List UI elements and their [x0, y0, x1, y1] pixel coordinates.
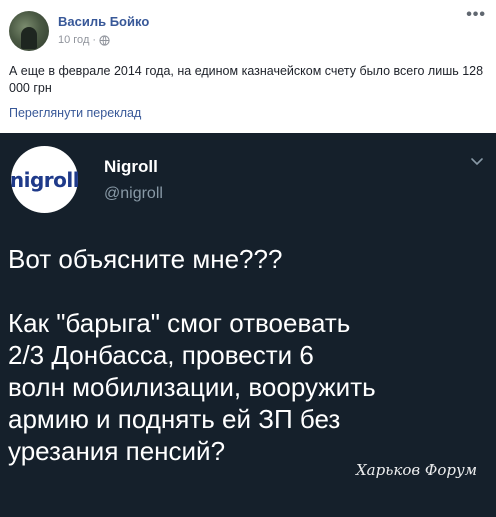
post-time[interactable]: 10 год: [58, 34, 89, 46]
globe-icon: [99, 34, 110, 46]
author-avatar[interactable]: [9, 11, 49, 51]
watermark: Харьков Форум: [356, 461, 478, 479]
tweet-text: Вот объясните мне??? Как "барыга" смог о…: [8, 243, 488, 467]
tweet-line: 2/3 Донбасса, провести 6: [8, 340, 314, 370]
post-meta: 10 год ·: [58, 34, 110, 46]
tweet-avatar: nigroll: [9, 146, 80, 213]
more-options-icon[interactable]: •••: [466, 7, 486, 23]
meta-separator: ·: [92, 34, 97, 46]
post-text: А еще в феврале 2014 года, на едином каз…: [9, 64, 484, 95]
tweet-author-handle: @nigroll: [104, 185, 163, 202]
author-name[interactable]: Василь Бойко: [58, 14, 149, 29]
tweet-screenshot: nigroll Nigroll @nigroll Вот объясните м…: [0, 133, 496, 517]
tweet-line: Как "барыга" смог отвоевать: [8, 308, 351, 338]
tweet-line: армию и поднять ей ЗП без: [8, 404, 341, 434]
tweet-line: Вот объясните мне???: [8, 244, 283, 274]
tweet-line: волн мобилизации, вооружить: [8, 372, 376, 402]
facebook-post: Василь Бойко 10 год · ••• А еще в феврал…: [0, 0, 496, 133]
see-translation-link[interactable]: Переглянути переклад: [9, 106, 141, 120]
chevron-down-icon: [471, 158, 483, 166]
tweet-author-name: Nigroll: [104, 157, 158, 176]
avatar-logo-text: nigroll: [9, 167, 80, 192]
